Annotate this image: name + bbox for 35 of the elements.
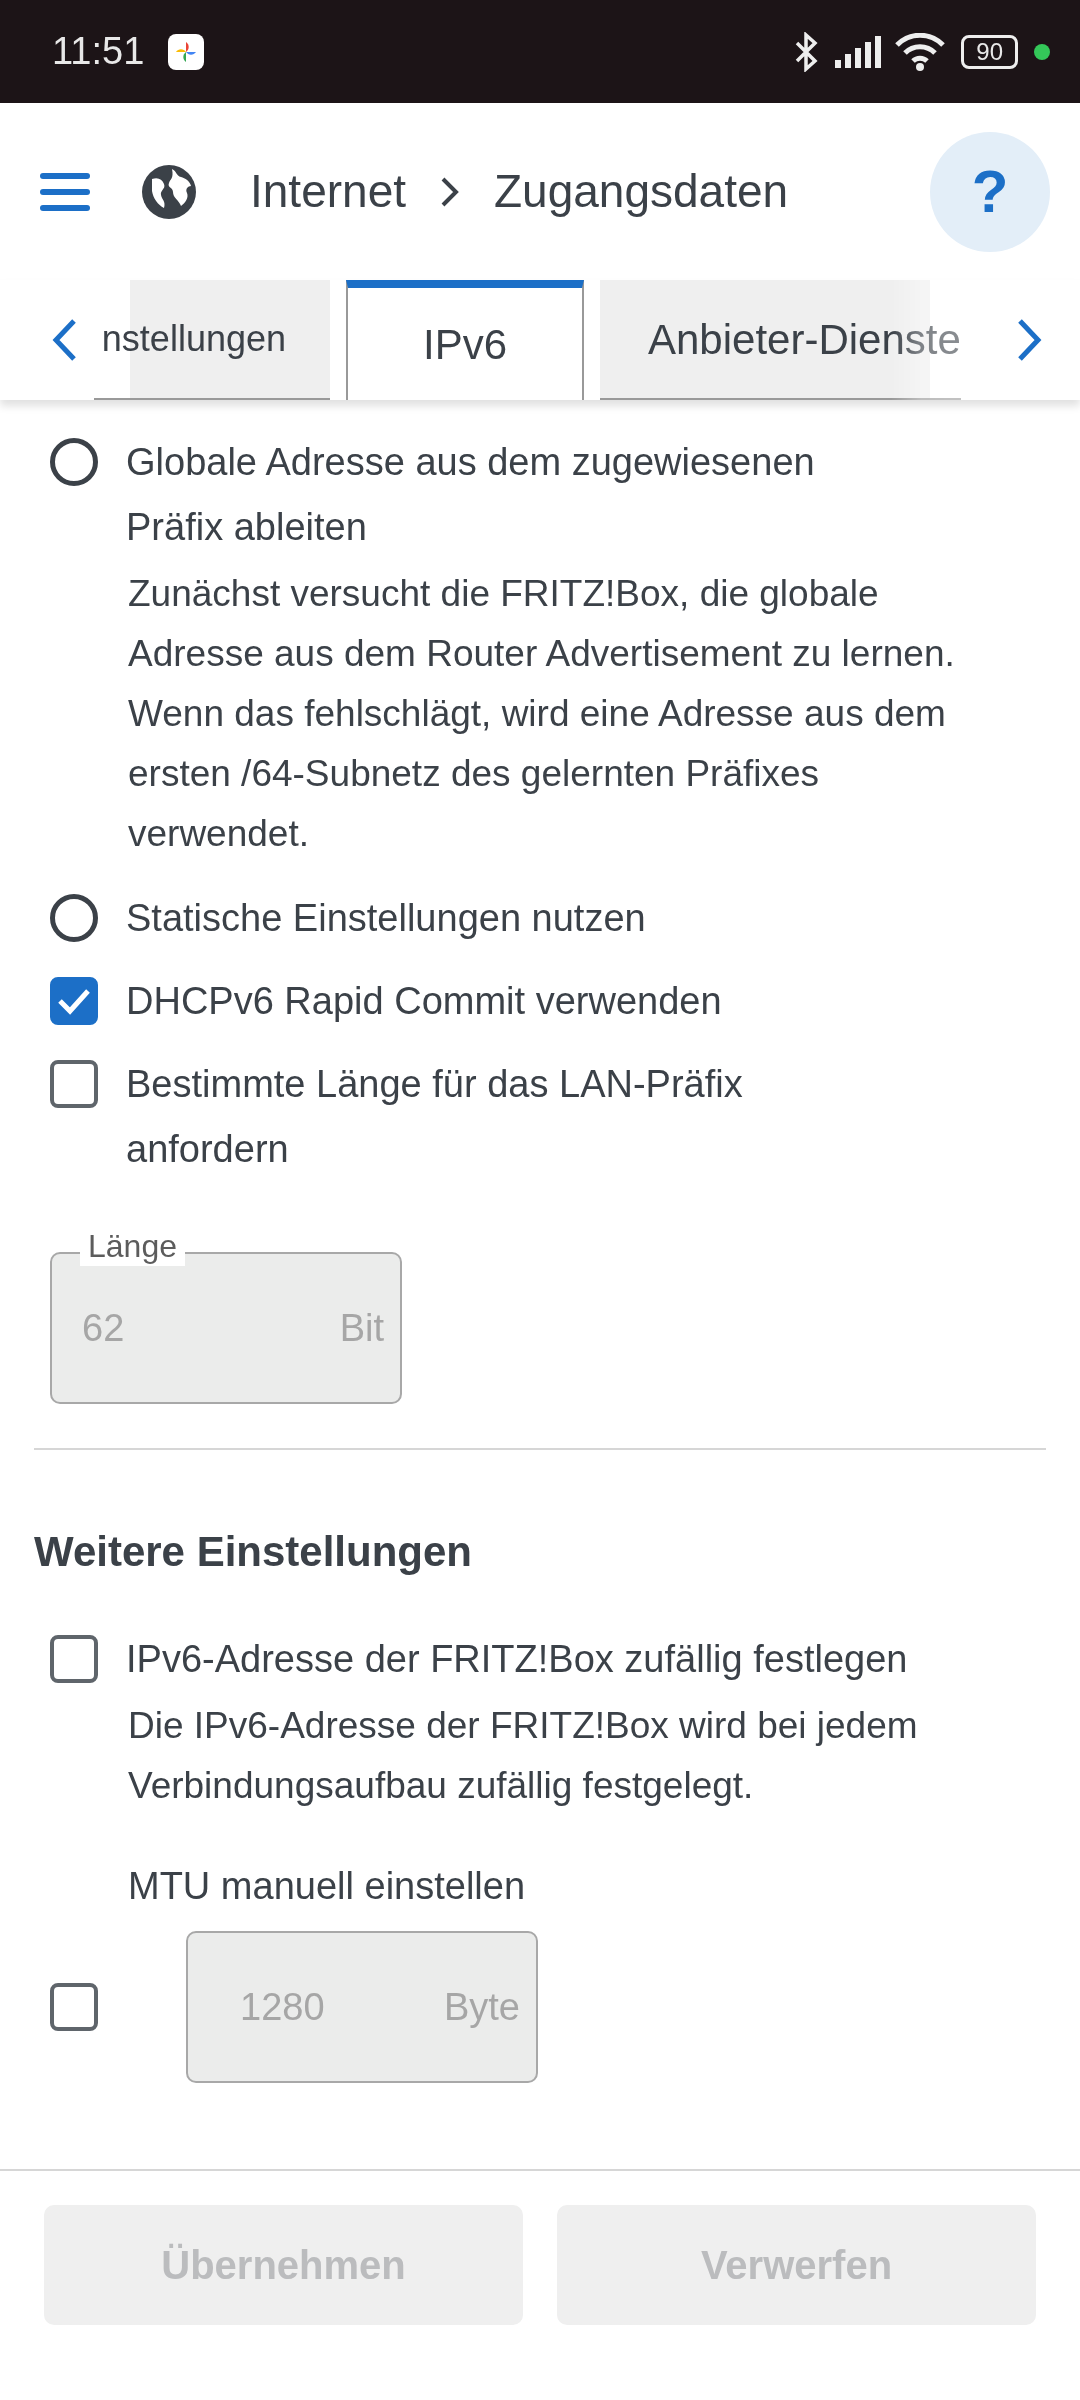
help-button[interactable]: ?: [930, 131, 1050, 252]
option-label: DHCPv6 Rapid Commit verwenden: [126, 979, 722, 1024]
radio-button[interactable]: [50, 438, 98, 486]
tab[interactable]: Anbieter-Dienste: [600, 280, 961, 400]
chevron-right-icon: [440, 175, 460, 208]
tab[interactable]: IPv6: [346, 280, 584, 400]
option-label: Bestimmte Länge für das LAN-Präfix anfordern: [126, 1062, 744, 1172]
section-heading: Weitere Einstellungen: [34, 1527, 473, 1577]
checkbox[interactable]: [50, 1060, 98, 1108]
wifi-icon: [895, 32, 946, 71]
battery-icon: 90: [961, 34, 1018, 69]
menu-icon[interactable]: [40, 172, 90, 211]
page-title: Zugangsdaten: [494, 164, 789, 219]
scroll-right-icon[interactable]: [1016, 318, 1042, 362]
scroll-left-icon[interactable]: [52, 318, 78, 362]
breadcrumb-link[interactable]: Internet: [250, 157, 406, 226]
checkbox[interactable]: [50, 977, 98, 1025]
option-label: IPv6-Adresse der FRITZ!Box zufällig festlegen: [126, 1637, 908, 1682]
camera-indicator-dot: [1034, 43, 1050, 60]
radio-button[interactable]: [50, 894, 98, 942]
option-description: Zunächst versucht die FRITZ!Box, die globale Adresse aus dem Router Advertisement zu lernen. Wenn das fehlschlägt, wird eine Adresse aus dem ersten /64-Subnetz des gelernten Präfixes verwendet.: [127, 572, 956, 856]
option-label: MTU manuell einstellen: [128, 1864, 527, 1909]
field-value: 1280: [240, 1984, 325, 2030]
field-value: 62: [82, 1305, 125, 1351]
option-label: Statische Einstellungen nutzen: [126, 896, 646, 941]
tab[interactable]: nstellungen: [94, 280, 330, 400]
option-label: Globale Adresse aus dem zugewiesenen Präfix ableiten: [126, 440, 816, 550]
field-unit: Bit: [339, 1305, 384, 1351]
checkbox[interactable]: [50, 1635, 98, 1683]
field-unit: Byte: [443, 1984, 520, 2030]
checkmark-icon: [57, 987, 91, 1015]
option-description: Die IPv6-Adresse der FRITZ!Box wird bei jedem Verbindungsaufbau zufällig festgelegt.: [127, 1704, 919, 1808]
status-time: 11:51: [52, 29, 145, 74]
photos-icon: [168, 33, 205, 70]
globe-icon: [140, 162, 198, 221]
